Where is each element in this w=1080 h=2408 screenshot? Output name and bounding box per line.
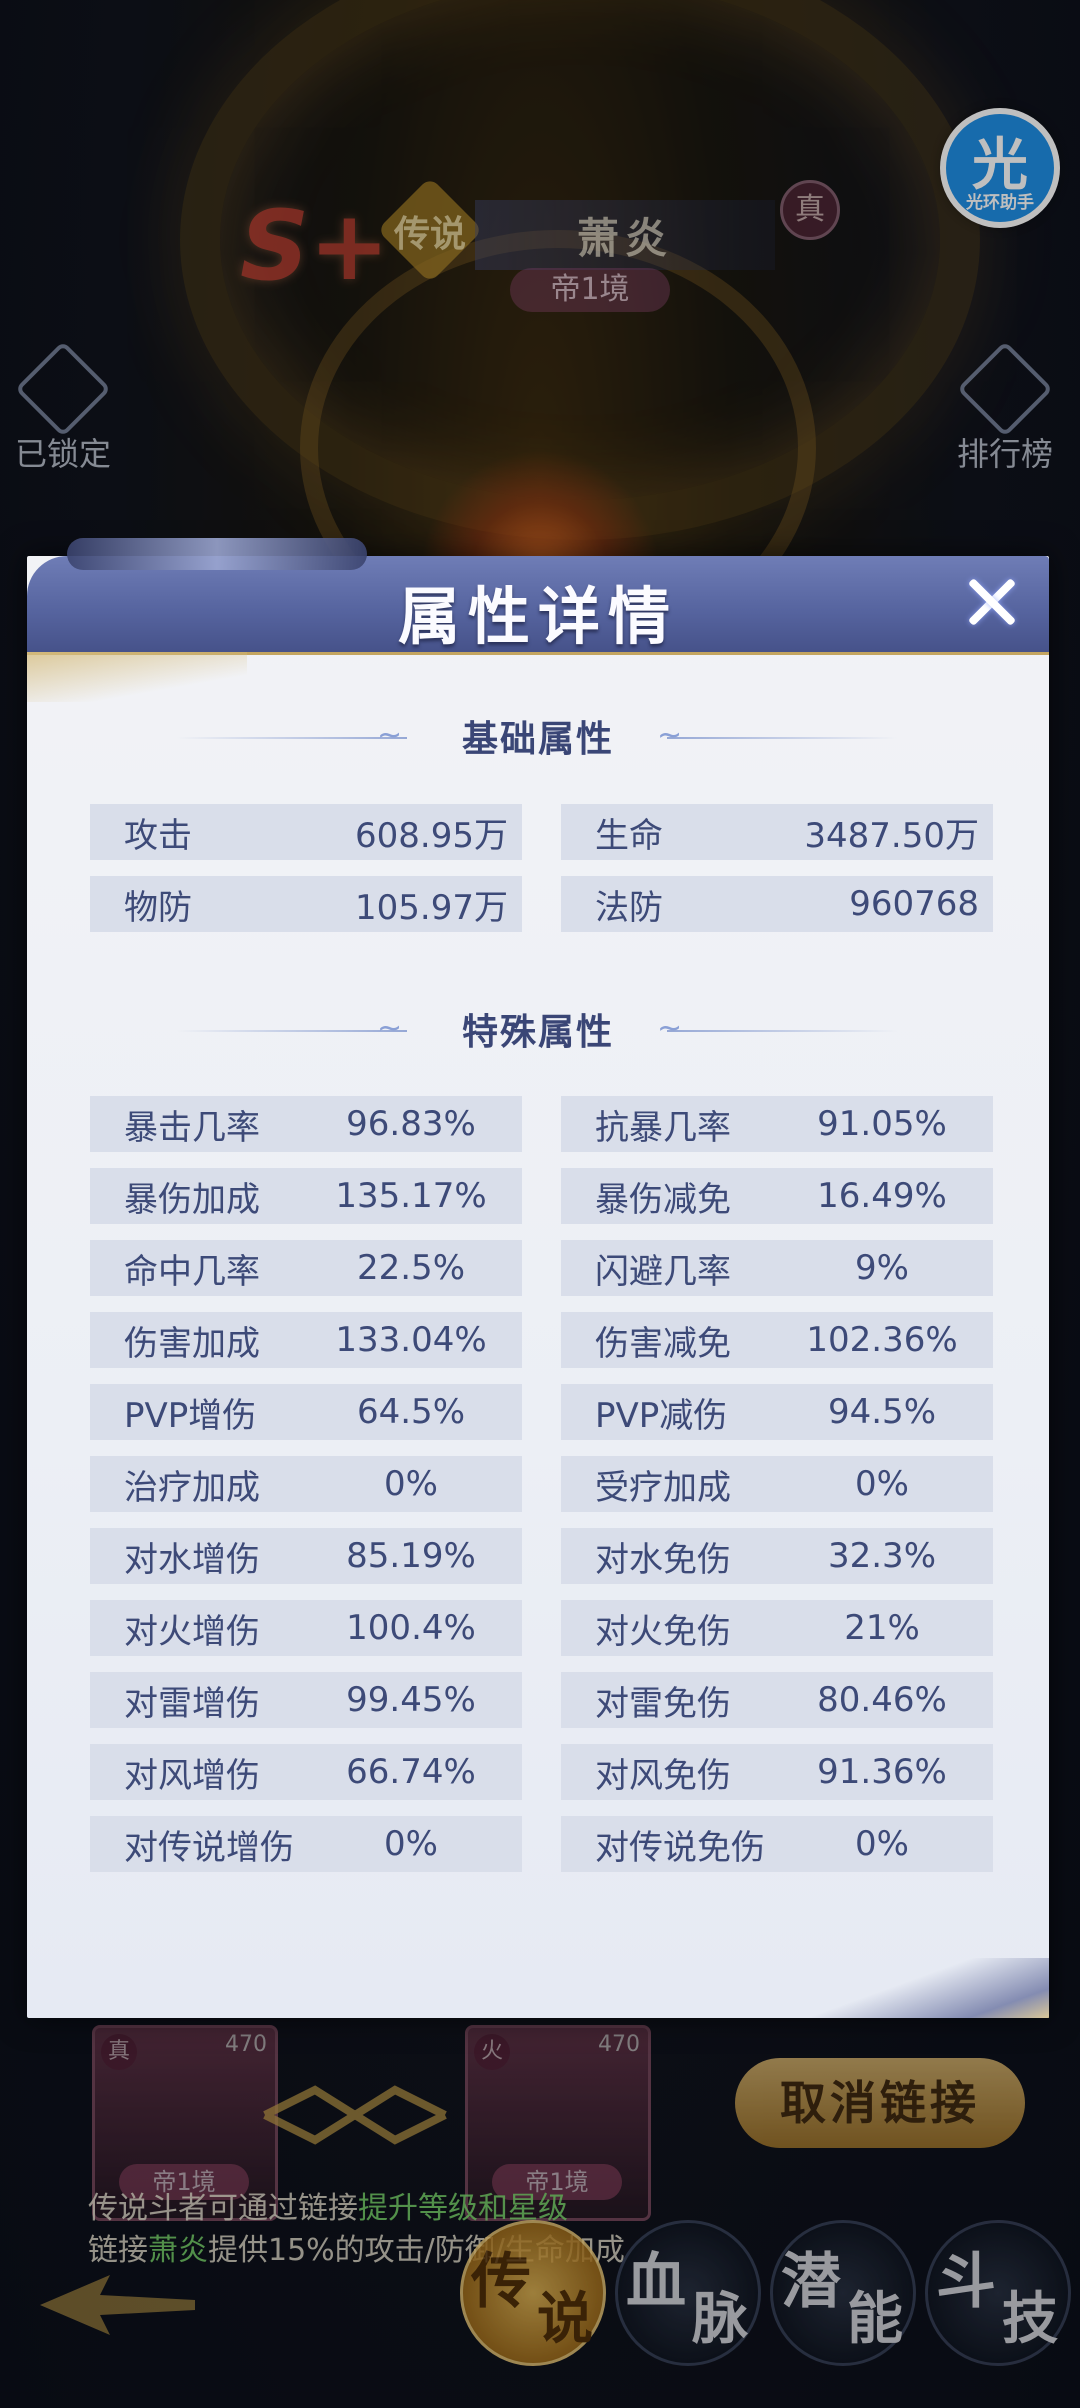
stat-value: 0% (855, 1824, 909, 1864)
stat-value: 66.74% (346, 1752, 476, 1792)
stat-value: 94.5% (827, 1392, 936, 1432)
stat-cell: PVP增伤 64.5% (90, 1384, 522, 1440)
stat-label: 对火免伤 (595, 1611, 731, 1652)
stat-value: 0% (384, 1824, 438, 1864)
stat-cell: 暴伤加成 135.17% (90, 1168, 522, 1224)
stat-label: 抗暴几率 (595, 1107, 731, 1148)
stat-value: 135.17% (335, 1176, 487, 1216)
stat-cell: 暴击几率 96.83% (90, 1096, 522, 1152)
stat-cell: 对雷免伤 80.46% (561, 1672, 993, 1728)
stat-cell: 治疗加成 0% (90, 1456, 522, 1512)
stat-label: 对水增伤 (124, 1539, 260, 1580)
stat-value: 91.05% (817, 1104, 947, 1144)
stat-value: 91.36% (817, 1752, 947, 1792)
stat-cell: 受疗加成 0% (561, 1456, 993, 1512)
stat-value: 102.36% (806, 1320, 958, 1360)
stat-value: 608.95万 (355, 815, 508, 856)
stat-value: 3487.50万 (804, 815, 979, 856)
stat-label: 对水免伤 (595, 1539, 731, 1580)
stat-label: 对传说增伤 (124, 1827, 294, 1868)
stat-cell: 对雷增伤 99.45% (90, 1672, 522, 1728)
stat-label: 命中几率 (124, 1251, 260, 1292)
stat-cell: 抗暴几率 91.05% (561, 1096, 993, 1152)
stat-label: PVP增伤 (124, 1395, 257, 1436)
stat-cell: 对火增伤 100.4% (90, 1600, 522, 1656)
stat-value: 64.5% (356, 1392, 465, 1432)
stat-label: 法防 (595, 887, 663, 928)
stat-value: 85.19% (346, 1536, 476, 1576)
stat-value: 9% (855, 1248, 909, 1288)
stat-cell: 法防 960768 (561, 876, 993, 932)
stat-label: 治疗加成 (124, 1467, 260, 1508)
stat-label: 受疗加成 (595, 1467, 731, 1508)
stat-value: 32.3% (827, 1536, 936, 1576)
stat-value: 133.04% (335, 1320, 487, 1360)
stat-cell: 物防 105.97万 (90, 876, 522, 932)
stat-value: 80.46% (817, 1680, 947, 1720)
attribute-details-modal: 属性详情 ~ 基础属性 ~ 攻击 608.95万 生命 3487.50万 物防 … (27, 538, 1049, 2018)
stat-label: 生命 (595, 815, 663, 856)
close-icon[interactable] (959, 570, 1023, 634)
stat-label: 攻击 (124, 815, 192, 856)
stat-value: 96.83% (346, 1104, 476, 1144)
stat-value: 16.49% (817, 1176, 947, 1216)
stat-value: 0% (855, 1464, 909, 1504)
stat-cell: 命中几率 22.5% (90, 1240, 522, 1296)
stat-cell: 对传说免伤 0% (561, 1816, 993, 1872)
stat-cell: 生命 3487.50万 (561, 804, 993, 860)
swirl-ornament-icon: ~ (657, 718, 683, 753)
stat-label: 物防 (124, 887, 192, 928)
stat-label: 伤害减免 (595, 1323, 731, 1364)
section-divider-right (667, 737, 897, 739)
stat-cell: 对风增伤 66.74% (90, 1744, 522, 1800)
stat-label: 对雷增伤 (124, 1683, 260, 1724)
stat-cell: 伤害加成 133.04% (90, 1312, 522, 1368)
stat-cell: 对风免伤 91.36% (561, 1744, 993, 1800)
stat-cell: 暴伤减免 16.49% (561, 1168, 993, 1224)
gold-decoration (809, 1958, 1049, 2018)
gold-decoration (27, 652, 247, 702)
stat-label: 暴伤加成 (124, 1179, 260, 1220)
stat-value: 21% (844, 1608, 920, 1648)
stat-label: 暴伤减免 (595, 1179, 731, 1220)
stat-cell: PVP减伤 94.5% (561, 1384, 993, 1440)
stat-value: 100.4% (346, 1608, 476, 1648)
section-divider-right (667, 1030, 897, 1032)
stat-label: 对风免伤 (595, 1755, 731, 1796)
stat-value: 105.97万 (355, 887, 508, 928)
stat-value: 99.45% (346, 1680, 476, 1720)
stat-cell: 闪避几率 9% (561, 1240, 993, 1296)
stat-label: 对火增伤 (124, 1611, 260, 1652)
stat-value: 960768 (849, 884, 979, 924)
stat-cell: 伤害减免 102.36% (561, 1312, 993, 1368)
stat-label: 伤害加成 (124, 1323, 260, 1364)
stat-label: 对传说免伤 (595, 1827, 765, 1868)
stat-cell: 对水增伤 85.19% (90, 1528, 522, 1584)
section-title-special: 特殊属性 (461, 1012, 614, 1053)
stat-label: 对风增伤 (124, 1755, 260, 1796)
stat-label: 对雷免伤 (595, 1683, 731, 1724)
modal-header: 属性详情 (27, 538, 1049, 655)
stat-value: 0% (384, 1464, 438, 1504)
stat-value: 22.5% (356, 1248, 465, 1288)
stat-cell: 对传说增伤 0% (90, 1816, 522, 1872)
stat-label: 闪避几率 (595, 1251, 731, 1292)
stat-cell: 攻击 608.95万 (90, 804, 522, 860)
modal-title: 属性详情 (397, 580, 678, 653)
swirl-ornament-icon: ~ (657, 1011, 683, 1046)
stat-label: PVP减伤 (595, 1395, 728, 1436)
stat-cell: 对水免伤 32.3% (561, 1528, 993, 1584)
stat-cell: 对火免伤 21% (561, 1600, 993, 1656)
section-title-basic: 基础属性 (461, 719, 614, 760)
stat-label: 暴击几率 (124, 1107, 260, 1148)
